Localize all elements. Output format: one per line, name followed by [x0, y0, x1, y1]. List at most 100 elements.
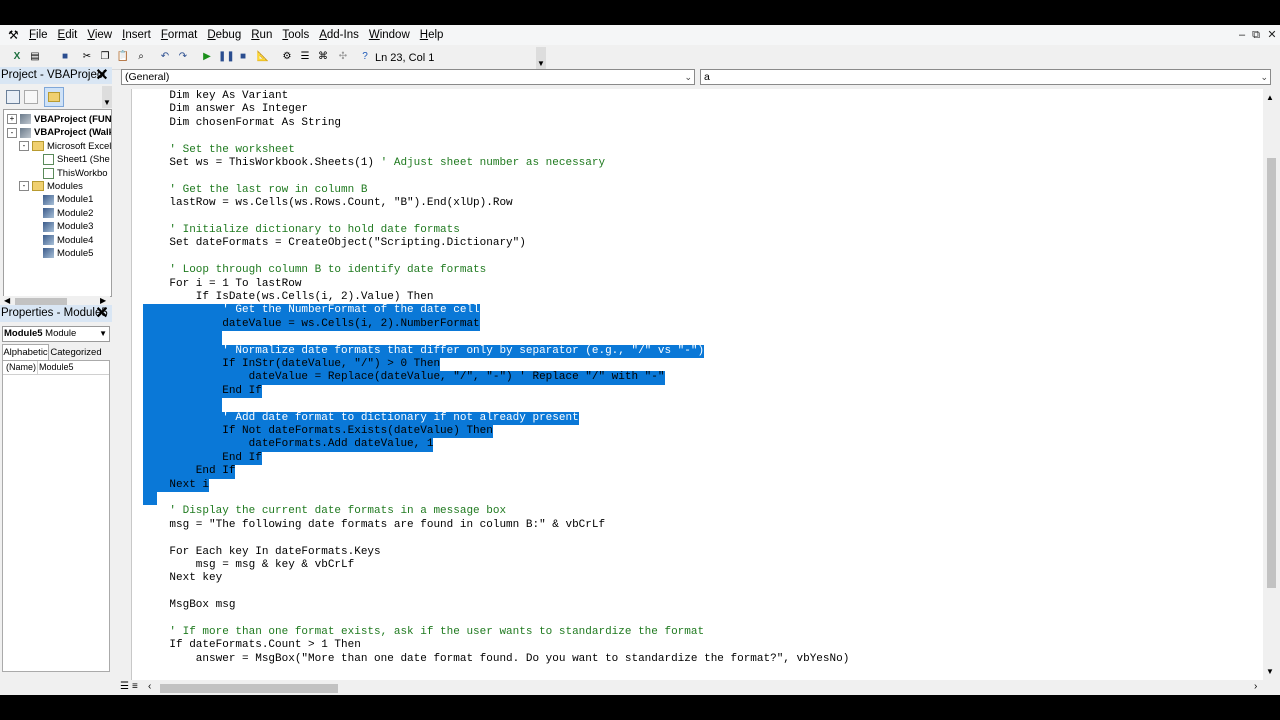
menu-file[interactable]: File	[24, 25, 53, 45]
excel-view-icon[interactable]: X	[10, 50, 24, 64]
toggle-folders-icon[interactable]	[44, 87, 64, 107]
collapse-icon[interactable]: -	[19, 181, 29, 192]
menu-debug[interactable]: Debug	[202, 25, 246, 45]
code-editor[interactable]: Dim key As Variant Dim answer As Integer…	[118, 89, 1263, 680]
scroll-right-icon[interactable]: ›	[1254, 681, 1257, 692]
code-line[interactable]: ' Initialize dictionary to hold date for…	[143, 224, 459, 237]
scroll-right-icon[interactable]: ▶	[100, 296, 106, 305]
code-line[interactable]: ' If more than one format exists, ask if…	[143, 626, 704, 639]
break-icon[interactable]: ❚❚	[218, 50, 235, 64]
scroll-left-icon[interactable]: ‹	[148, 681, 151, 692]
scroll-down-icon[interactable]: ▼	[1266, 667, 1274, 676]
toolbox-icon[interactable]: ✣	[336, 50, 350, 64]
code-line[interactable]	[143, 331, 223, 345]
object-combo[interactable]: (General) ⌄	[121, 69, 695, 85]
copy-icon[interactable]: ❐	[98, 50, 112, 64]
toolbar-overflow-icon[interactable]: ▼	[536, 47, 546, 69]
tree-item[interactable]: + VBAProject (FUNC	[7, 113, 111, 126]
code-line[interactable]: MsgBox msg	[143, 599, 235, 612]
code-line[interactable]: ' Display the current date formats in a …	[143, 505, 506, 518]
scroll-up-icon[interactable]: ▲	[1266, 93, 1274, 102]
paste-icon[interactable]: 📋	[116, 50, 130, 64]
tree-item[interactable]: - Microsoft Excel	[19, 140, 111, 153]
code-line[interactable]: End If	[143, 451, 262, 466]
project-explorer-icon[interactable]: ⚙	[280, 50, 294, 64]
code-line[interactable]: msg = msg & key & vbCrLf	[143, 559, 354, 572]
tree-item[interactable]: - Modules	[19, 180, 83, 193]
code-line[interactable]: ' Get the last row in column B	[143, 184, 367, 197]
expand-icon[interactable]: +	[7, 114, 17, 125]
code-line[interactable]: msg = "The following date formats are fo…	[143, 519, 605, 532]
code-vscroll-thumb[interactable]	[1267, 158, 1276, 588]
menu-window[interactable]: Window	[364, 25, 415, 45]
view-object-icon[interactable]	[24, 90, 38, 104]
object-browser-icon[interactable]: ⌘	[316, 50, 330, 64]
find-icon[interactable]: ⌕	[134, 50, 148, 64]
redo-icon[interactable]: ↷	[176, 50, 190, 64]
tree-item[interactable]: Module5	[43, 247, 93, 260]
code-line[interactable]: ' Set the worksheet	[143, 144, 294, 157]
scroll-left-icon[interactable]: ◀	[4, 296, 10, 305]
tree-item[interactable]: ThisWorkbo	[43, 167, 108, 180]
code-vscroll[interactable]: ▲ ▼	[1263, 89, 1280, 695]
menu-insert[interactable]: Insert	[117, 25, 156, 45]
code-hscroll[interactable]: ☰ ≡ ‹ ›	[118, 680, 1263, 695]
code-line[interactable]: For Each key In dateFormats.Keys	[143, 546, 380, 559]
menu-run[interactable]: Run	[246, 25, 277, 45]
collapse-icon[interactable]: -	[7, 127, 17, 138]
property-row[interactable]: (Name) Module5	[3, 361, 109, 375]
code-line[interactable]: answer = MsgBox("More than one date form…	[143, 653, 850, 666]
code-line[interactable]: Next i	[143, 478, 210, 492]
properties-window-icon[interactable]: ☰	[298, 50, 312, 64]
code-hscroll-thumb[interactable]	[160, 684, 338, 693]
tree-item[interactable]: Module1	[43, 193, 93, 206]
run-icon[interactable]: ▶	[200, 50, 214, 64]
tree-item[interactable]: - VBAProject (Walk	[7, 126, 111, 139]
code-line[interactable]: ' Get the NumberFormat of the date cell	[143, 304, 480, 318]
code-line[interactable]: For i = 1 To lastRow	[143, 278, 301, 291]
cut-icon[interactable]: ✂	[80, 50, 94, 64]
tab-categorized[interactable]: Categorized	[50, 345, 102, 360]
menu-tools[interactable]: Tools	[277, 25, 314, 45]
restore-icon[interactable]: ⧉	[1248, 27, 1264, 43]
help-icon[interactable]: ?	[358, 50, 372, 64]
code-line[interactable]: If Not dateFormats.Exists(dateValue) The…	[143, 425, 493, 439]
menu-format[interactable]: Format	[156, 25, 202, 45]
code-line[interactable]: Dim answer As Integer	[143, 103, 308, 116]
menu-help[interactable]: Help	[415, 25, 449, 45]
panel-scroll-up-icon[interactable]: ▼	[102, 86, 112, 108]
undo-icon[interactable]: ↶	[158, 50, 172, 64]
object-select[interactable]: Module5 Module ▼	[2, 326, 110, 342]
code-line[interactable]: End If	[143, 384, 262, 399]
procedure-combo[interactable]: a ⌄	[700, 69, 1271, 85]
tree-item[interactable]: Module4	[43, 234, 93, 247]
menu-view[interactable]: View	[82, 25, 117, 45]
reset-icon[interactable]: ■	[236, 50, 250, 64]
code-line[interactable]	[143, 398, 223, 412]
menu-edit[interactable]: Edit	[53, 25, 83, 45]
code-line[interactable]: Set dateFormats = CreateObject("Scriptin…	[143, 237, 525, 250]
code-line[interactable]: If IsDate(ws.Cells(i, 2).Value) Then	[143, 291, 434, 304]
code-line[interactable]: Next key	[143, 572, 222, 585]
tree-hscroll-thumb[interactable]	[15, 298, 67, 305]
tab-alphabetic[interactable]: Alphabetic	[2, 344, 49, 361]
code-line[interactable]: ' Normalize date formats that differ onl…	[143, 344, 705, 358]
code-line[interactable]: dateValue = Replace(dateValue, "/", "-")…	[143, 371, 665, 385]
tree-item[interactable]: Module2	[43, 207, 93, 220]
close-icon[interactable]: ✕	[1264, 27, 1280, 43]
code-line[interactable]: If InStr(dateValue, "/") > 0 Then	[143, 358, 441, 372]
collapse-icon[interactable]: -	[19, 141, 29, 152]
close-properties-panel-icon[interactable]: ✕	[94, 306, 110, 322]
code-line[interactable]: Dim chosenFormat As String	[143, 117, 341, 130]
module-view-icon[interactable]: ≡	[132, 681, 138, 692]
indicator-margin[interactable]	[118, 89, 132, 680]
code-line[interactable]: ' Loop through column B to identify date…	[143, 264, 486, 277]
design-mode-icon[interactable]: 📐	[256, 50, 270, 64]
code-line[interactable]: dateValue = ws.Cells(i, 2).NumberFormat	[143, 317, 480, 332]
save-icon[interactable]: ■	[58, 50, 72, 64]
procedure-view-icon[interactable]: ☰	[120, 681, 129, 692]
code-line[interactable]	[143, 492, 157, 506]
code-line[interactable]: dateFormats.Add dateValue, 1	[143, 438, 434, 452]
code-line[interactable]: If dateFormats.Count > 1 Then	[143, 639, 360, 652]
code-line[interactable]: lastRow = ws.Cells(ws.Rows.Count, "B").E…	[143, 197, 512, 210]
